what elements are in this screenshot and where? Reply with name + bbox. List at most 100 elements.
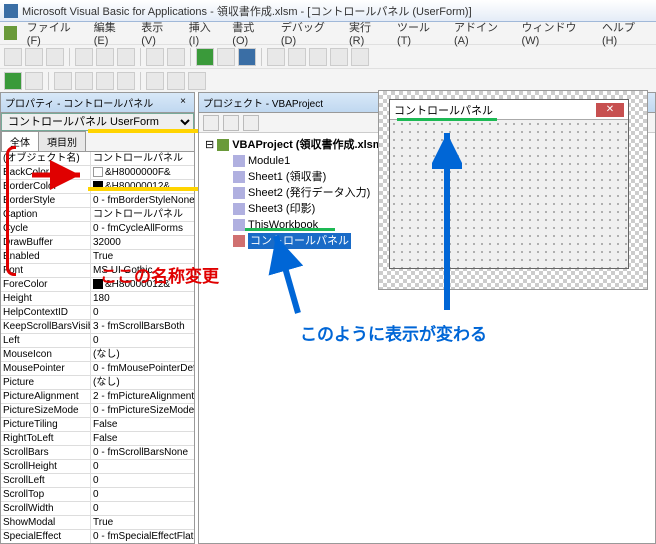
tbtn-stop[interactable] <box>238 48 256 66</box>
menu-edit[interactable]: 編集(E) <box>88 17 133 49</box>
property-row[interactable]: Cycle0 - fmCycleAllForms <box>1 222 194 236</box>
view-code-icon[interactable] <box>203 115 219 131</box>
tbtn[interactable] <box>4 72 22 90</box>
property-value[interactable]: 0 - fmPictureSizeModeClip <box>91 404 194 417</box>
property-row[interactable]: PictureTilingFalse <box>1 418 194 432</box>
property-value[interactable]: False <box>91 418 194 431</box>
property-row[interactable]: MousePointer0 - fmMousePointerDefault <box>1 362 194 376</box>
property-row[interactable]: HelpContextID0 <box>1 306 194 320</box>
property-row[interactable]: (オブジェクト名)コントロールパネル <box>1 152 194 166</box>
menu-insert[interactable]: 挿入(I) <box>183 17 225 49</box>
property-value[interactable]: 0 <box>91 306 194 319</box>
property-value[interactable]: (なし) <box>91 376 194 389</box>
tbtn[interactable] <box>96 48 114 66</box>
tbtn[interactable] <box>146 72 164 90</box>
property-row[interactable]: PictureSizeMode0 - fmPictureSizeModeClip <box>1 404 194 418</box>
close-icon[interactable]: ✕ <box>596 103 624 117</box>
userform[interactable]: コントロールパネル ✕ <box>389 99 629 269</box>
property-row[interactable]: ScrollLeft0 <box>1 474 194 488</box>
property-row[interactable]: ScrollTop0 <box>1 488 194 502</box>
userform-titlebar[interactable]: コントロールパネル ✕ <box>390 100 628 120</box>
tbtn[interactable] <box>96 72 114 90</box>
property-value[interactable]: 0 - fmMousePointerDefault <box>91 362 194 375</box>
property-row[interactable]: BorderStyle0 - fmBorderStyleNone <box>1 194 194 208</box>
menu-view[interactable]: 表示(V) <box>135 17 180 49</box>
property-value[interactable]: 0 <box>91 460 194 473</box>
tbtn[interactable] <box>25 48 43 66</box>
property-value[interactable]: True <box>91 516 194 529</box>
tbtn[interactable] <box>188 72 206 90</box>
property-row[interactable]: MouseIcon(なし) <box>1 348 194 362</box>
menu-window[interactable]: ウィンドウ(W) <box>516 17 594 49</box>
tbtn[interactable] <box>117 72 135 90</box>
menu-help[interactable]: ヘルプ(H) <box>596 17 652 49</box>
property-row[interactable]: Height180 <box>1 292 194 306</box>
property-value[interactable]: 0 - fmSpecialEffectFlat <box>91 530 194 543</box>
tbtn[interactable] <box>54 72 72 90</box>
tbtn[interactable] <box>167 48 185 66</box>
annotation-underline <box>397 118 497 121</box>
property-value[interactable]: 0 - fmBorderStyleNone <box>91 194 194 207</box>
tbtn[interactable] <box>330 48 348 66</box>
menu-file[interactable]: ファイル(F) <box>21 17 86 49</box>
folder-toggle-icon[interactable] <box>243 115 259 131</box>
property-grid[interactable]: (オブジェクト名)コントロールパネルBackColor&H8000000F&Bo… <box>1 152 194 543</box>
property-value[interactable]: (なし) <box>91 348 194 361</box>
property-value[interactable]: &H8000000F& <box>91 166 194 179</box>
expand-icon[interactable]: ⊟ <box>205 137 214 153</box>
close-icon[interactable]: × <box>176 96 190 110</box>
property-value[interactable]: 32000 <box>91 236 194 249</box>
property-value[interactable]: 3 - fmScrollBarsBoth <box>91 320 194 333</box>
tbtn[interactable] <box>75 72 93 90</box>
tbtn-pause[interactable] <box>217 48 235 66</box>
menu-format[interactable]: 書式(O) <box>226 17 273 49</box>
property-name: ForeColor <box>1 278 91 291</box>
property-value[interactable]: コントロールパネル <box>91 152 194 165</box>
tbtn[interactable] <box>75 48 93 66</box>
view-object-icon[interactable] <box>223 115 239 131</box>
tbtn-run[interactable] <box>196 48 214 66</box>
tbtn[interactable] <box>4 48 22 66</box>
property-value[interactable]: 180 <box>91 292 194 305</box>
property-value[interactable]: False <box>91 432 194 445</box>
tab-alphabetic[interactable]: 全体 <box>1 131 39 151</box>
menu-addins[interactable]: アドイン(A) <box>448 17 514 49</box>
property-row[interactable]: ScrollBars0 - fmScrollBarsNone <box>1 446 194 460</box>
tbtn[interactable] <box>117 48 135 66</box>
property-value[interactable]: 0 <box>91 334 194 347</box>
form-designer[interactable]: コントロールパネル ✕ <box>378 90 648 290</box>
tbtn[interactable] <box>46 48 64 66</box>
property-value[interactable]: 2 - fmPictureAlignmentCenter <box>91 390 194 403</box>
property-row[interactable]: Left0 <box>1 334 194 348</box>
tbtn[interactable] <box>25 72 43 90</box>
tbtn[interactable] <box>167 72 185 90</box>
property-value[interactable]: 0 <box>91 488 194 501</box>
annotation-highlight <box>88 187 198 191</box>
property-value[interactable]: 0 - fmCycleAllForms <box>91 222 194 235</box>
tbtn[interactable] <box>288 48 306 66</box>
property-row[interactable]: ScrollWidth0 <box>1 502 194 516</box>
tbtn[interactable] <box>146 48 164 66</box>
property-row[interactable]: BackColor&H8000000F& <box>1 166 194 180</box>
property-value[interactable]: コントロールパネル <box>91 208 194 221</box>
userform-body[interactable] <box>390 120 628 268</box>
property-row[interactable]: SpecialEffect0 - fmSpecialEffectFlat <box>1 530 194 543</box>
property-row[interactable]: DrawBuffer32000 <box>1 236 194 250</box>
property-row[interactable]: PictureAlignment2 - fmPictureAlignmentCe… <box>1 390 194 404</box>
tbtn[interactable] <box>267 48 285 66</box>
property-row[interactable]: ShowModalTrue <box>1 516 194 530</box>
property-value[interactable]: 0 <box>91 474 194 487</box>
menu-tools[interactable]: ツール(T) <box>391 17 446 49</box>
menu-run[interactable]: 実行(R) <box>343 17 389 49</box>
tab-categorized[interactable]: 項目別 <box>38 131 86 151</box>
property-value[interactable]: 0 - fmScrollBarsNone <box>91 446 194 459</box>
property-row[interactable]: Captionコントロールパネル <box>1 208 194 222</box>
property-row[interactable]: ScrollHeight0 <box>1 460 194 474</box>
property-row[interactable]: KeepScrollBarsVisible3 - fmScrollBarsBot… <box>1 320 194 334</box>
property-value[interactable]: 0 <box>91 502 194 515</box>
tbtn[interactable] <box>351 48 369 66</box>
property-row[interactable]: RightToLeftFalse <box>1 432 194 446</box>
property-row[interactable]: Picture(なし) <box>1 376 194 390</box>
menu-debug[interactable]: デバッグ(D) <box>275 17 341 49</box>
tbtn[interactable] <box>309 48 327 66</box>
